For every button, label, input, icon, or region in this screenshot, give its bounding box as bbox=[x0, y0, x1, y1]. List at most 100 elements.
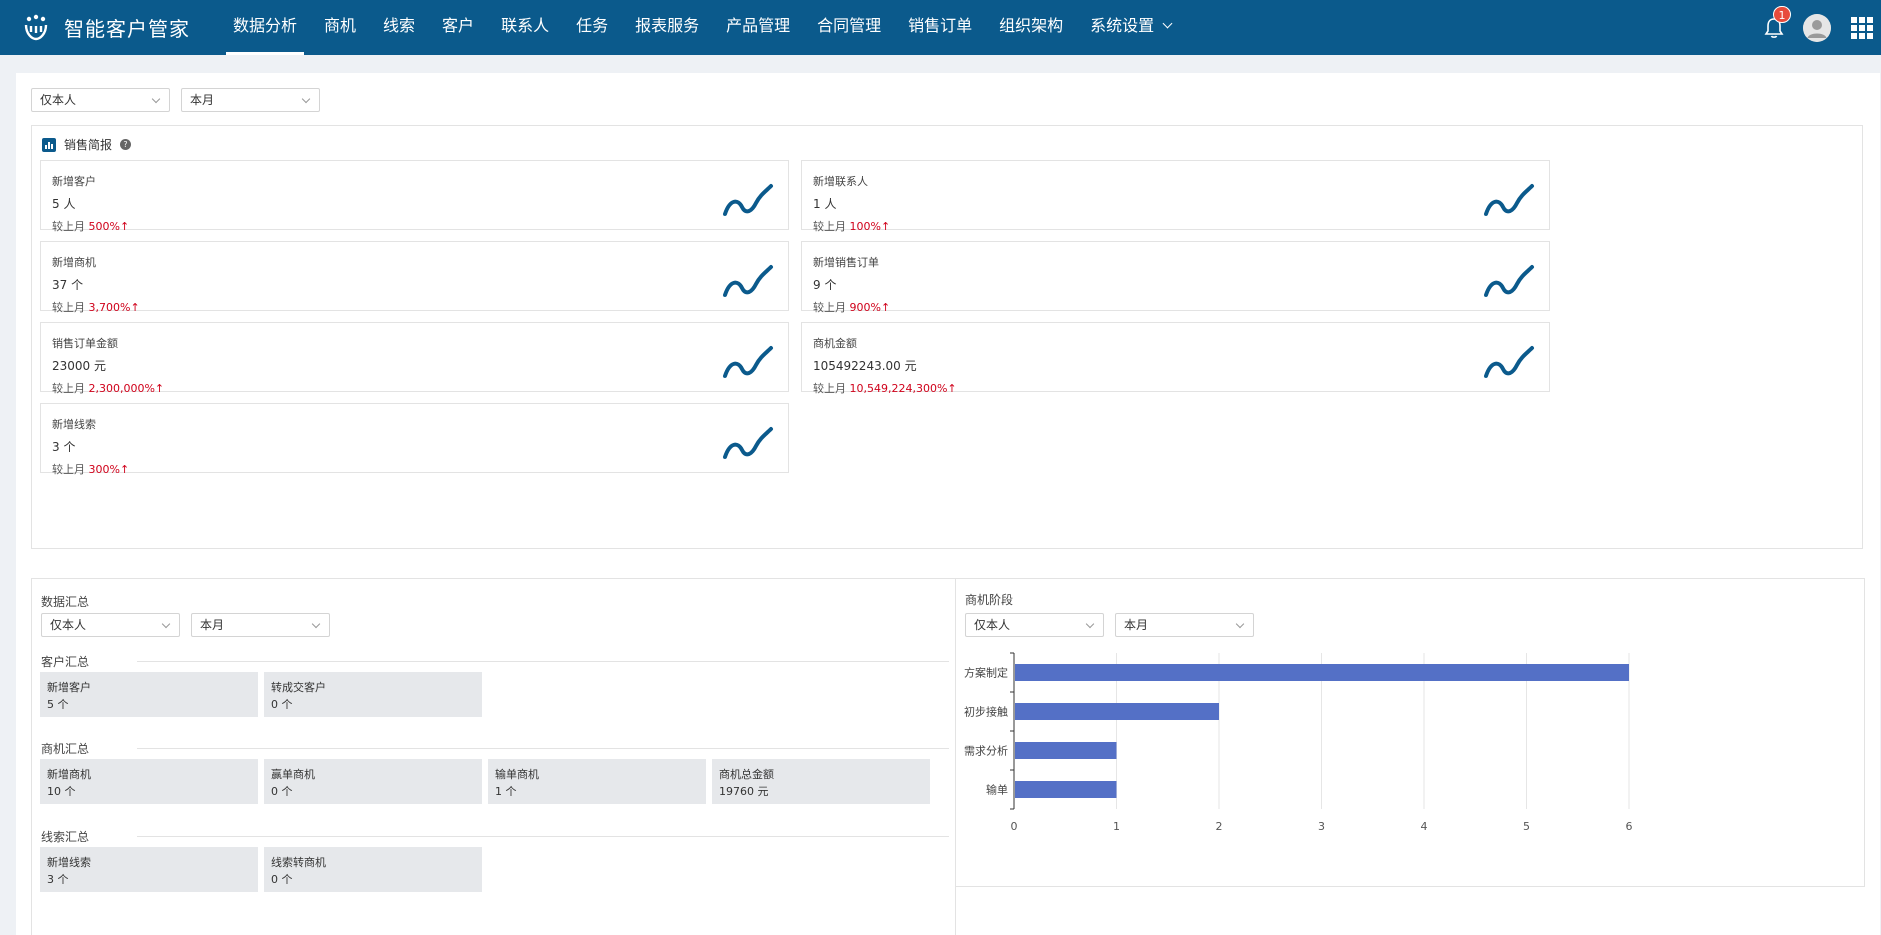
nav-item-leads[interactable]: 线索 bbox=[376, 0, 422, 55]
stat-compare: 较上月 3,700%↑ bbox=[52, 299, 140, 315]
x-tick-label: 0 bbox=[1011, 820, 1018, 833]
stat-value: 105492243.00 元 bbox=[813, 359, 917, 373]
summary-period-value: 本月 bbox=[200, 618, 225, 632]
apps-grid-icon[interactable] bbox=[1851, 16, 1873, 39]
nav-item-tasks[interactable]: 任务 bbox=[569, 0, 615, 55]
summary-scope-select[interactable]: 仅本人 bbox=[41, 613, 180, 637]
trend-icon bbox=[1484, 184, 1534, 216]
divider bbox=[137, 661, 949, 662]
trend-icon bbox=[723, 427, 773, 459]
notifications-button[interactable]: 1 bbox=[1761, 5, 1791, 41]
nav-label: 销售订单 bbox=[908, 16, 973, 35]
stat-compare: 较上月 500%↑ bbox=[52, 218, 129, 234]
summary-card: 新增客户 5 个 bbox=[40, 672, 258, 717]
summary-card-label: 新增商机 bbox=[47, 768, 91, 781]
bar-chart-icon bbox=[42, 137, 56, 152]
stat-card: 新增客户 5 人较上月 500%↑ bbox=[40, 160, 789, 233]
stat-label: 新增销售订单 bbox=[813, 256, 879, 269]
nav-item-contacts[interactable]: 联系人 bbox=[494, 0, 556, 55]
nav-item-settings[interactable]: 系统设置 bbox=[1083, 0, 1178, 55]
nav-label: 客户 bbox=[442, 16, 475, 35]
compare-label: 较上月 bbox=[52, 463, 85, 476]
x-tick-label: 1 bbox=[1113, 820, 1120, 833]
chevron-down-icon bbox=[161, 619, 171, 629]
trend-icon bbox=[723, 346, 773, 378]
x-tick-label: 4 bbox=[1421, 820, 1428, 833]
divider bbox=[137, 836, 949, 837]
data-summary-title: 数据汇总 bbox=[41, 595, 90, 609]
nav-label: 系统设置 bbox=[1090, 16, 1155, 35]
user-avatar[interactable] bbox=[1803, 13, 1831, 42]
stat-label: 新增线索 bbox=[52, 418, 96, 431]
nav-item-products[interactable]: 产品管理 bbox=[719, 0, 797, 55]
summary-card: 转成交客户 0 个 bbox=[264, 672, 482, 717]
stat-value: 9 个 bbox=[813, 278, 837, 292]
scope-select-value: 仅本人 bbox=[40, 93, 77, 107]
nav-label: 联系人 bbox=[501, 16, 550, 35]
stat-compare: 较上月 900%↑ bbox=[813, 299, 890, 315]
trend-icon bbox=[1484, 265, 1534, 297]
category-label: 输单 bbox=[986, 783, 1008, 797]
compare-label: 较上月 bbox=[813, 382, 846, 395]
stat-compare: 较上月 2,300,000%↑ bbox=[52, 380, 164, 396]
summary-card-label: 转成交客户 bbox=[271, 681, 326, 694]
nav-item-organization[interactable]: 组织架构 bbox=[992, 0, 1070, 55]
stat-card: 商机金额 105492243.00 元较上月 10,549,224,300%↑ bbox=[801, 322, 1550, 395]
summary-card: 赢单商机 0 个 bbox=[264, 759, 482, 804]
nav-item-customers[interactable]: 客户 bbox=[435, 0, 481, 55]
compare-percent: 300%↑ bbox=[88, 463, 130, 476]
summary-card-value: 3 个 bbox=[47, 873, 69, 886]
opportunity-summary-title: 商机汇总 bbox=[41, 742, 90, 756]
nav-item-opportunities[interactable]: 商机 bbox=[317, 0, 363, 55]
app-logo[interactable]: 智能客户管家 bbox=[22, 13, 212, 42]
stat-value: 1 人 bbox=[813, 197, 837, 211]
scope-select[interactable]: 仅本人 bbox=[31, 88, 170, 112]
nav-label: 商机 bbox=[324, 16, 357, 35]
compare-label: 较上月 bbox=[52, 220, 85, 233]
main-panel: 仅本人 本月 销售简报 ? 新增客户 5 人较上月 500%↑ 新增联系人 1 人较上… bbox=[16, 73, 1880, 935]
nav-item-sales-orders[interactable]: 销售订单 bbox=[901, 0, 979, 55]
summary-card-value: 10 个 bbox=[47, 785, 76, 798]
stat-value: 5 人 bbox=[52, 197, 76, 211]
main-nav: 数据分析 商机 线索 客户 联系人 任务 报表服务 产品管理 合同管理 销售订单… bbox=[226, 0, 1191, 55]
summary-card-label: 赢单商机 bbox=[271, 768, 315, 781]
stat-value: 37 个 bbox=[52, 278, 84, 292]
nav-item-analytics[interactable]: 数据分析 bbox=[226, 0, 305, 55]
nav-label: 数据分析 bbox=[233, 16, 298, 35]
bar bbox=[1015, 664, 1629, 681]
stat-value: 23000 元 bbox=[52, 359, 106, 373]
summary-card-value: 0 个 bbox=[271, 698, 293, 711]
stat-card: 新增商机 37 个较上月 3,700%↑ bbox=[40, 241, 789, 314]
stat-card: 新增联系人 1 人较上月 100%↑ bbox=[801, 160, 1550, 233]
summary-card-label: 线索转商机 bbox=[271, 856, 326, 869]
compare-percent: 3,700%↑ bbox=[88, 301, 140, 314]
nav-item-contracts[interactable]: 合同管理 bbox=[810, 0, 888, 55]
data-summary-panel: 数据汇总 仅本人 本月 客户汇总 新增客户 5 个 转成交客户 0 个 商机汇总… bbox=[31, 578, 956, 935]
nav-item-reports[interactable]: 报表服务 bbox=[628, 0, 706, 55]
x-tick-label: 3 bbox=[1318, 820, 1325, 833]
chevron-down-icon bbox=[311, 619, 321, 629]
stat-card: 销售订单金额 23000 元较上月 2,300,000%↑ bbox=[40, 322, 789, 395]
x-tick-label: 5 bbox=[1523, 820, 1530, 833]
compare-percent: 100%↑ bbox=[849, 220, 891, 233]
compare-label: 较上月 bbox=[813, 220, 846, 233]
x-tick-label: 2 bbox=[1216, 820, 1223, 833]
stat-compare: 较上月 100%↑ bbox=[813, 218, 890, 234]
summary-period-select[interactable]: 本月 bbox=[191, 613, 330, 637]
summary-card-value: 5 个 bbox=[47, 698, 69, 711]
stat-value: 3 个 bbox=[52, 440, 76, 454]
compare-percent: 900%↑ bbox=[849, 301, 891, 314]
summary-card-value: 19760 元 bbox=[719, 785, 769, 798]
bar bbox=[1015, 742, 1117, 759]
chevron-down-icon bbox=[1162, 18, 1173, 29]
nav-label: 报表服务 bbox=[635, 16, 700, 35]
help-icon[interactable]: ? bbox=[120, 139, 132, 150]
summary-card-label: 商机总金额 bbox=[719, 768, 774, 781]
period-select[interactable]: 本月 bbox=[181, 88, 320, 112]
chevron-down-icon bbox=[301, 94, 311, 104]
summary-card-label: 输单商机 bbox=[495, 768, 539, 781]
summary-card-label: 新增客户 bbox=[47, 681, 91, 694]
notification-badge: 1 bbox=[1773, 5, 1791, 23]
logo-icon bbox=[24, 14, 48, 40]
summary-card: 新增线索 3 个 bbox=[40, 847, 258, 892]
